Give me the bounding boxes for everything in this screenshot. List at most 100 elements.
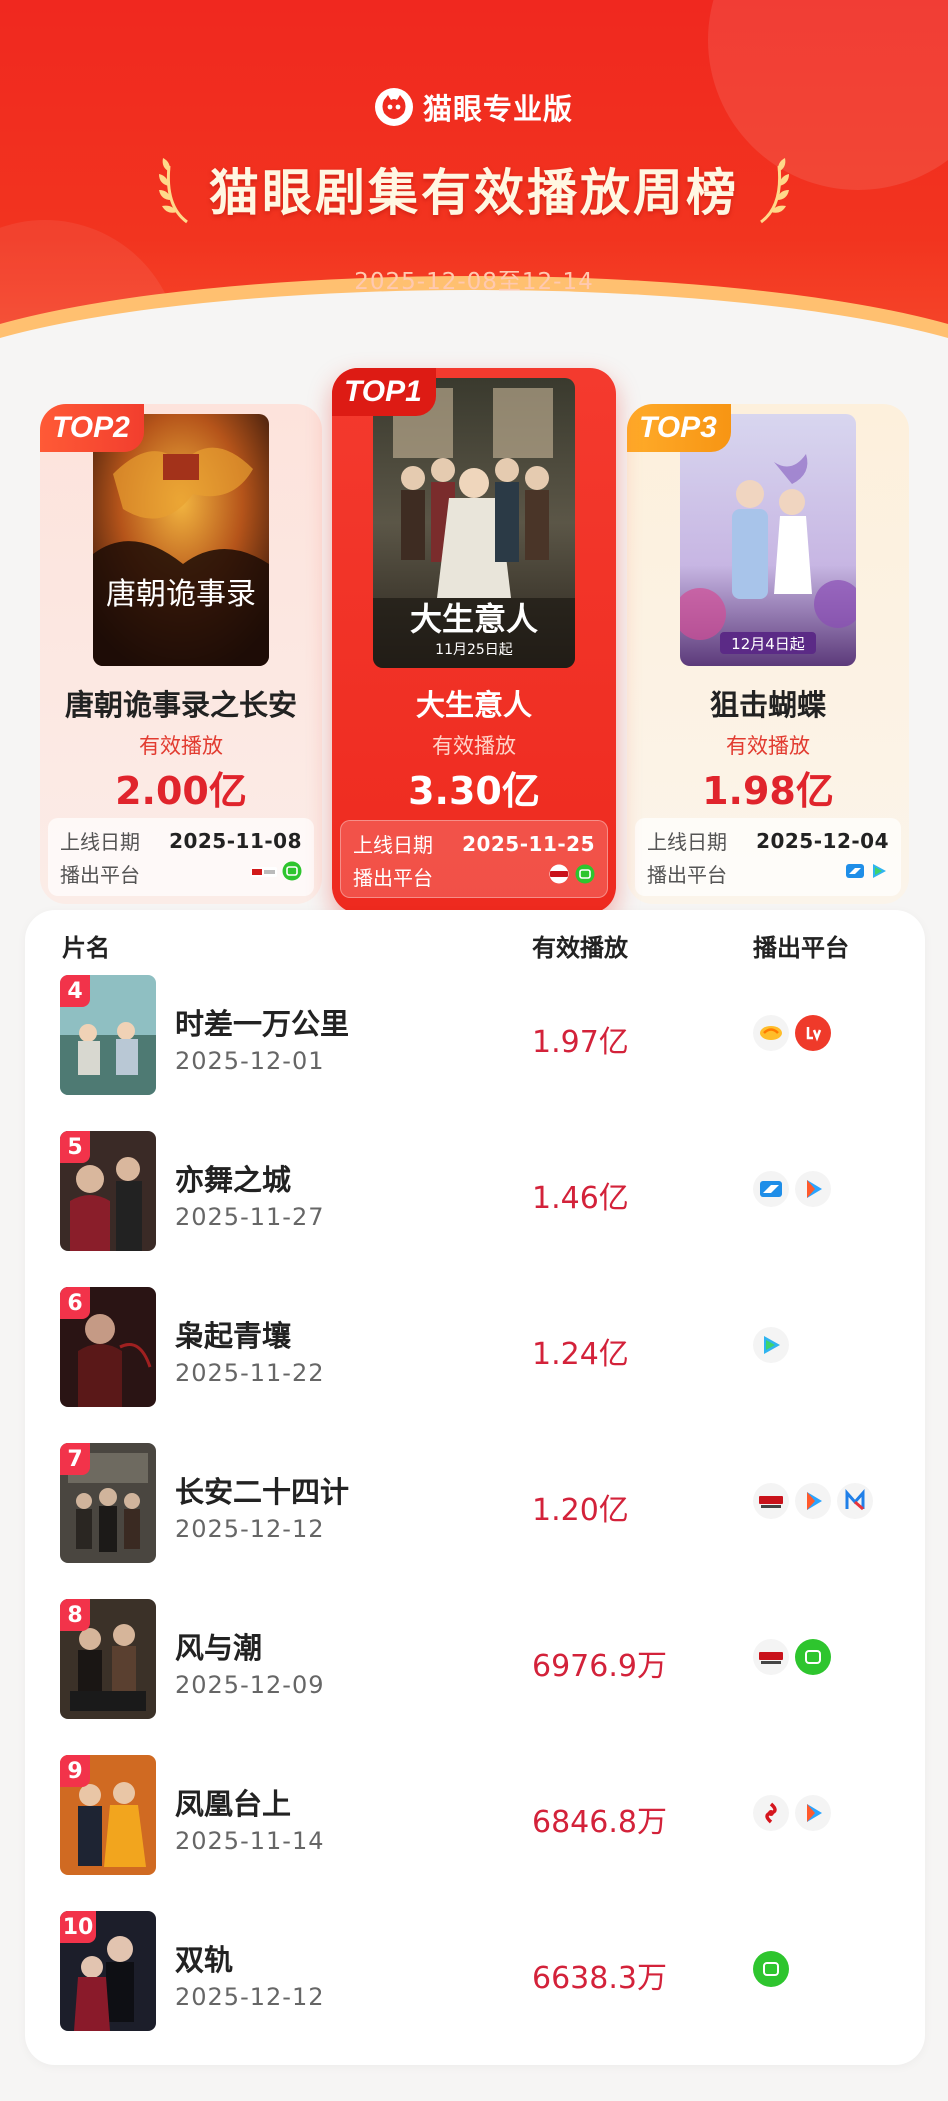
date-range: 2025-12-08至12-14 xyxy=(354,269,594,295)
column-header-platform: 播出平台 xyxy=(753,934,849,962)
info-box: 上线日期 2025-11-08 播出平台 xyxy=(48,818,314,896)
iqiyi-icon xyxy=(753,1951,789,1987)
release-date: 2025-12-12 xyxy=(175,1515,325,1543)
brand-name: 猫眼专业版 xyxy=(422,92,573,126)
show-title: 长安二十四计 xyxy=(175,1475,350,1509)
release-date: 2025-11-22 xyxy=(175,1359,325,1387)
platform-list xyxy=(753,1171,831,1207)
release-label: 上线日期 xyxy=(60,830,140,854)
show-title: 凤凰台上 xyxy=(175,1787,292,1821)
release-date: 2025-12-09 xyxy=(175,1671,325,1699)
platform-list xyxy=(753,1015,831,1051)
rank-badge: 5 xyxy=(60,1131,90,1163)
top1-card[interactable]: 大生意人 11月25日起 TOP1 大生意人 有效播放 3.30亿 上线日期 2… xyxy=(332,368,616,913)
effective-views: 1.97亿 xyxy=(532,1025,629,1060)
cctv-icon xyxy=(753,1639,789,1675)
cctv-icon xyxy=(753,1483,789,1519)
platform-list xyxy=(753,1639,831,1675)
platform-label: 播出平台 xyxy=(647,863,727,887)
cctv-icon xyxy=(547,864,571,889)
show-title: 狙击蝴蝶 xyxy=(709,688,826,722)
rank-badge: 8 xyxy=(60,1599,90,1631)
column-header-name: 片名 xyxy=(62,934,110,962)
poster-title: 唐朝诡事录 xyxy=(106,577,256,612)
metric-label: 有效播放 xyxy=(432,734,516,758)
release-date: 2025-12-01 xyxy=(175,1047,325,1075)
youku-icon xyxy=(795,1171,831,1207)
release-date: 2025-11-25 xyxy=(462,831,595,856)
effective-views: 6976.9万 xyxy=(532,1649,667,1684)
tencent-video-icon xyxy=(869,861,889,886)
show-title: 唐朝诡事录之长安 xyxy=(64,688,297,722)
laurel-left-icon xyxy=(159,158,188,224)
metric-value: 2.00亿 xyxy=(115,769,247,813)
top3-card[interactable]: 12月4日起 TOP3 狙击蝴蝶 有效播放 1.98亿 上线日期 2025-12… xyxy=(627,404,909,904)
metric-value: 1.98亿 xyxy=(702,769,834,813)
release-label: 上线日期 xyxy=(353,833,433,857)
show-title: 大生意人 xyxy=(415,688,532,722)
column-header-views: 有效播放 xyxy=(532,934,628,962)
metric-label: 有效播放 xyxy=(139,734,223,758)
youku-icon xyxy=(795,1483,831,1519)
rank-badge: 6 xyxy=(60,1287,90,1319)
rank-badge: 7 xyxy=(60,1443,90,1475)
platform-label: 播出平台 xyxy=(60,863,140,887)
rank-badge: TOP1 xyxy=(332,368,436,416)
header-banner: 猫眼专业版 猫眼剧集有效播放周榜 2025-12-08至12-14 xyxy=(0,0,948,340)
metric-label: 有效播放 xyxy=(726,734,810,758)
migu-icon xyxy=(837,1483,873,1519)
table-row[interactable]: 6 枭起青壤 2025-11-22 1.24亿 xyxy=(25,1287,925,1443)
iqiyi-icon xyxy=(282,861,302,886)
release-date: 2025-12-04 xyxy=(756,828,889,853)
effective-views: 1.24亿 xyxy=(532,1337,629,1372)
effective-views: 6846.8万 xyxy=(532,1805,667,1840)
iqiyi-icon xyxy=(795,1639,831,1675)
brand: 猫眼专业版 xyxy=(0,86,948,128)
table-row[interactable]: 10 双轨 2025-12-12 6638.3万 xyxy=(25,1911,925,2067)
rank-badge: 4 xyxy=(60,975,90,1007)
platform-list xyxy=(753,1327,789,1363)
top2-card[interactable]: 唐朝诡事录 TOP2 唐朝诡事录之长安 有效播放 2.00亿 上线日期 2025… xyxy=(40,404,322,904)
table-row[interactable]: 8 风与潮 2025-12-09 6976.9万 xyxy=(25,1599,925,1755)
release-date: 2025-11-27 xyxy=(175,1203,325,1231)
rank-badge: TOP3 xyxy=(627,404,731,452)
platform-label: 播出平台 xyxy=(353,866,433,890)
letv-icon xyxy=(795,1015,831,1051)
show-title: 枭起青壤 xyxy=(175,1319,292,1353)
release-label: 上线日期 xyxy=(647,830,727,854)
ranking-table: 片名 有效播放 播出平台 4 时差一万公里 2025-12-01 1.97亿 5… xyxy=(25,910,925,2065)
rank-badge: 10 xyxy=(60,1911,96,1943)
title-row: 猫眼剧集有效播放周榜 xyxy=(0,152,948,226)
iqiyi-icon xyxy=(575,864,595,889)
poster-title: 大生意人 xyxy=(410,600,538,638)
release-date: 2025-11-08 xyxy=(169,828,302,853)
metric-value: 3.30亿 xyxy=(408,769,540,813)
table-row[interactable]: 9 凤凰台上 2025-11-14 6846.8万 xyxy=(25,1755,925,1911)
youku-icon xyxy=(795,1795,831,1831)
btv-icon xyxy=(250,862,278,886)
effective-views: 1.46亿 xyxy=(532,1181,629,1216)
poster-date: 12月4日起 xyxy=(731,635,805,653)
maoyan-cat-icon xyxy=(374,88,413,126)
zjtv-icon xyxy=(845,861,865,886)
show-title: 时差一万公里 xyxy=(175,1007,350,1041)
table-row[interactable]: 7 长安二十四计 2025-12-12 1.20亿 xyxy=(25,1443,925,1599)
effective-views: 1.20亿 xyxy=(532,1493,629,1528)
rank-badge: TOP2 xyxy=(40,404,144,452)
show-title: 风与潮 xyxy=(175,1631,263,1665)
tencent-video-icon xyxy=(753,1327,789,1363)
zjtv-icon xyxy=(753,1171,789,1207)
show-title: 双轨 xyxy=(175,1943,234,1977)
page-title: 猫眼剧集有效播放周榜 xyxy=(209,164,739,222)
platform-list xyxy=(753,1483,873,1519)
release-date: 2025-12-12 xyxy=(175,1983,325,2011)
mango-icon xyxy=(753,1015,789,1051)
laurel-right-icon xyxy=(760,158,789,224)
platform-list xyxy=(753,1795,831,1831)
table-row[interactable]: 4 时差一万公里 2025-12-01 1.97亿 xyxy=(25,975,925,1131)
dragon-tv-icon xyxy=(753,1795,789,1831)
info-box: 上线日期 2025-11-25 播出平台 xyxy=(340,820,608,898)
table-row[interactable]: 5 亦舞之城 2025-11-27 1.46亿 xyxy=(25,1131,925,1287)
platform-list xyxy=(753,1951,789,1987)
show-title: 亦舞之城 xyxy=(175,1163,292,1197)
